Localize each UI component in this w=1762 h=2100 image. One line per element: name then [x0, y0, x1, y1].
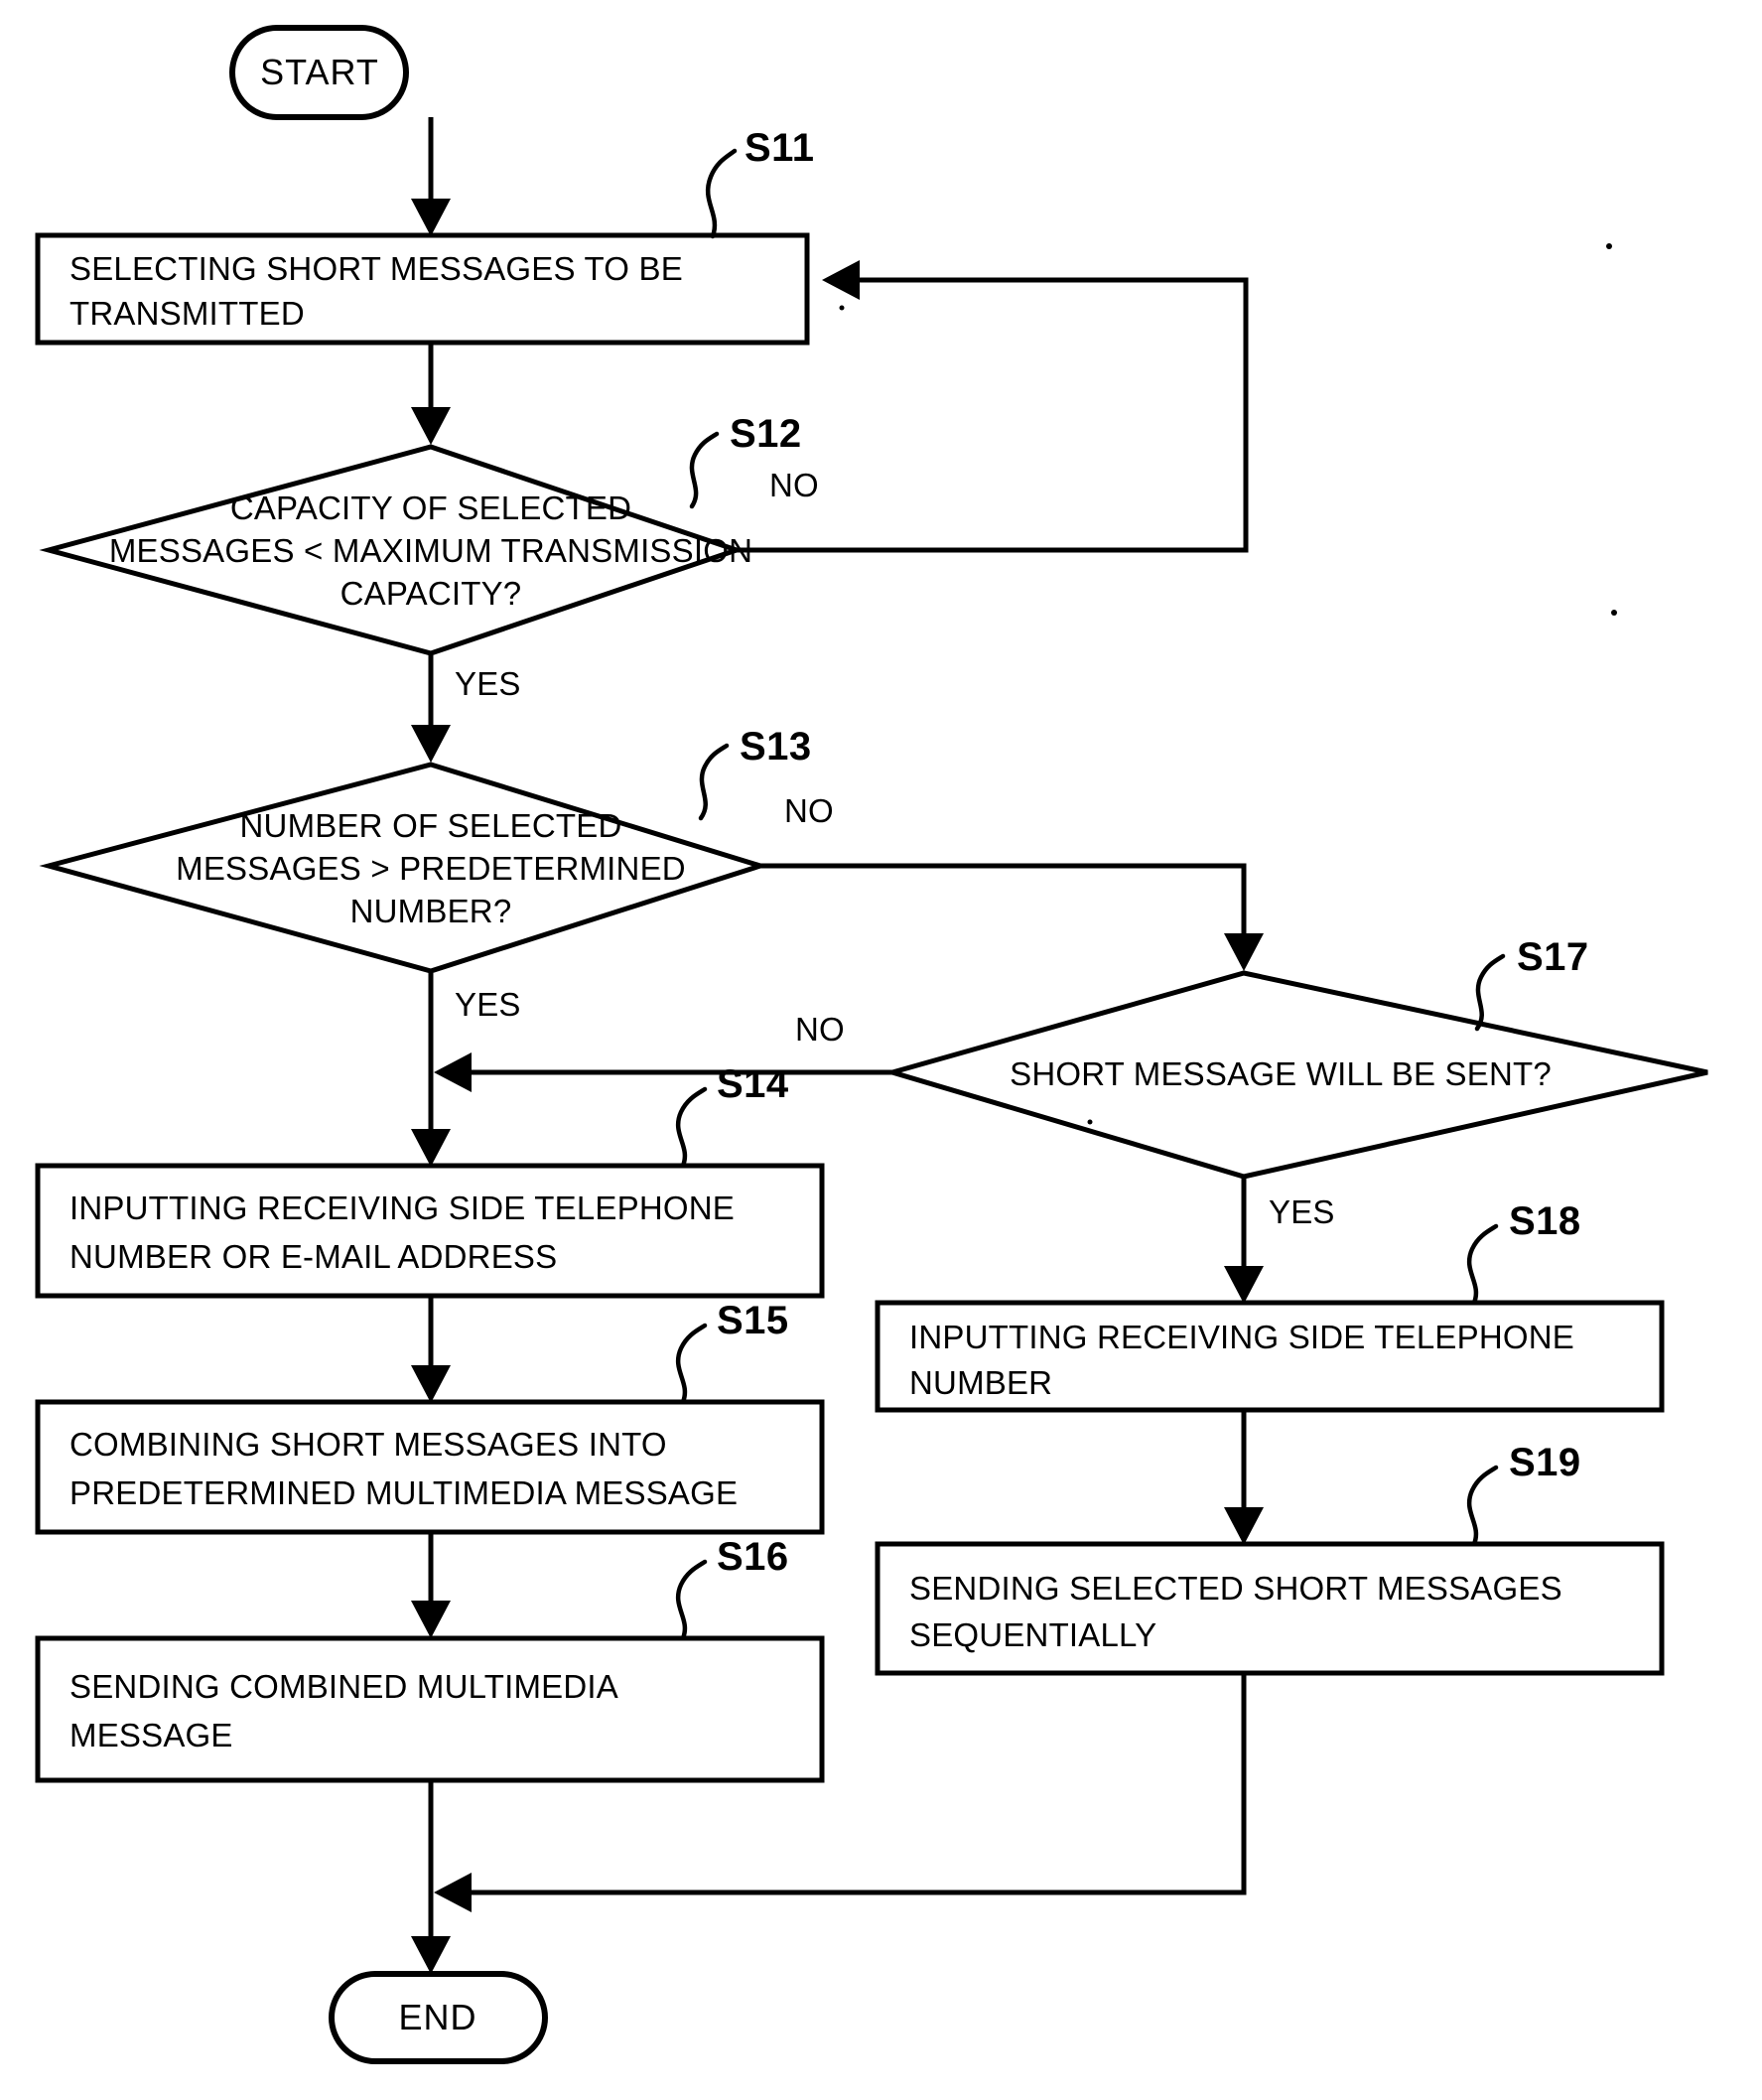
edge-start-to-s11 — [411, 117, 451, 236]
branch-label-s17-yes: YES — [1269, 1193, 1335, 1230]
node-s19: SENDING SELECTED SHORT MESSAGES SEQUENTI… — [875, 1541, 1665, 1676]
s18-line1: INPUTTING RECEIVING SIDE TELEPHONE — [909, 1319, 1574, 1355]
step-label-s12: S12 — [730, 412, 802, 456]
end-label: END — [398, 1997, 476, 2037]
edge-s15-to-s16 — [411, 1534, 451, 1638]
s19-line2: SEQUENTIALLY — [909, 1616, 1156, 1653]
s15-line2: PREDETERMINED MULTIMEDIA MESSAGE — [69, 1474, 738, 1511]
s18-line2: NUMBER — [909, 1364, 1052, 1401]
step-label-s19: S19 — [1509, 1441, 1581, 1484]
step-label-s17-group: S17 — [1474, 935, 1589, 1032]
s12-line2: MESSAGES < MAXIMUM TRANSMISSION — [109, 532, 752, 569]
scan-speck — [839, 305, 845, 311]
edge-s11-to-s12 — [411, 343, 451, 445]
branch-label-s17-no: NO — [795, 1011, 845, 1048]
step-label-s15: S15 — [717, 1299, 789, 1342]
node-s14: INPUTTING RECEIVING SIDE TELEPHONE NUMBE… — [35, 1163, 825, 1299]
edge-s17-yes-to-s18 — [1224, 1177, 1264, 1304]
s13-line1: NUMBER OF SELECTED — [240, 807, 622, 844]
s11-line2: TRANSMITTED — [69, 295, 305, 332]
s17-line1: SHORT MESSAGE WILL BE SENT? — [1010, 1055, 1552, 1092]
branch-label-s12-no: NO — [769, 467, 819, 503]
step-label-s14-group: S14 — [675, 1062, 789, 1169]
step-label-s19-group: S19 — [1466, 1441, 1581, 1547]
flowchart-canvas: START SELECTING SHORT MESSAGES TO BE TRA… — [35, 25, 1708, 2064]
step-label-s16-group: S16 — [675, 1535, 789, 1641]
edge-s14-to-s15 — [411, 1296, 451, 1403]
s16-line2: MESSAGE — [69, 1717, 233, 1753]
scan-speck — [1611, 610, 1617, 616]
node-s18: INPUTTING RECEIVING SIDE TELEPHONE NUMBE… — [875, 1300, 1665, 1413]
s13-line3: NUMBER? — [350, 893, 512, 929]
node-s12: CAPACITY OF SELECTED MESSAGES < MAXIMUM … — [39, 444, 752, 656]
branch-label-s12-yes: YES — [455, 665, 521, 702]
step-label-s14: S14 — [717, 1062, 789, 1106]
s12-line1: CAPACITY OF SELECTED — [230, 490, 631, 526]
edge-s18-to-s19 — [1224, 1410, 1264, 1545]
s13-line2: MESSAGES > PREDETERMINED — [176, 850, 686, 887]
s12-line3: CAPACITY? — [340, 575, 522, 612]
edge-s17-no-to-s14 — [434, 1052, 892, 1092]
node-s17: SHORT MESSAGE WILL BE SENT? — [883, 970, 1708, 1180]
branch-label-s13-no: NO — [784, 792, 834, 829]
branch-label-s13-yes: YES — [455, 986, 521, 1023]
s15-line1: COMBINING SHORT MESSAGES INTO — [69, 1426, 667, 1463]
s16-line1: SENDING COMBINED MULTIMEDIA — [69, 1668, 618, 1705]
node-start: START — [229, 25, 409, 120]
s19-line1: SENDING SELECTED SHORT MESSAGES — [909, 1570, 1562, 1607]
flowchart-diagram: START SELECTING SHORT MESSAGES TO BE TRA… — [0, 0, 1762, 2100]
edge-s12-yes-to-s13 — [411, 655, 451, 763]
step-label-s11-group: S11 — [705, 126, 814, 239]
node-s11: SELECTING SHORT MESSAGES TO BE TRANSMITT… — [35, 232, 810, 346]
step-label-s13: S13 — [740, 725, 812, 769]
step-label-s15-group: S15 — [675, 1299, 789, 1405]
scan-speck — [1087, 1119, 1093, 1125]
step-label-s11: S11 — [745, 126, 814, 170]
step-label-s18-group: S18 — [1466, 1199, 1581, 1306]
node-end: END — [329, 1971, 548, 2064]
step-label-s17: S17 — [1517, 935, 1589, 979]
s14-line2: NUMBER OR E-MAIL ADDRESS — [69, 1238, 557, 1275]
node-s15: COMBINING SHORT MESSAGES INTO PREDETERMI… — [35, 1399, 825, 1535]
edge-s16-to-end — [411, 1780, 451, 1974]
node-s13: NUMBER OF SELECTED MESSAGES > PREDETERMI… — [39, 762, 769, 974]
node-s16: SENDING COMBINED MULTIMEDIA MESSAGE — [35, 1635, 825, 1783]
s11-line1: SELECTING SHORT MESSAGES TO BE — [69, 250, 683, 287]
s14-line1: INPUTTING RECEIVING SIDE TELEPHONE — [69, 1190, 735, 1226]
step-label-s16: S16 — [717, 1535, 789, 1579]
scan-speck — [1606, 243, 1612, 249]
step-label-s18: S18 — [1509, 1199, 1581, 1243]
edge-s13-no-to-s17 — [760, 863, 1264, 971]
edge-s12-no-loop — [737, 260, 1249, 553]
start-label: START — [260, 52, 379, 92]
